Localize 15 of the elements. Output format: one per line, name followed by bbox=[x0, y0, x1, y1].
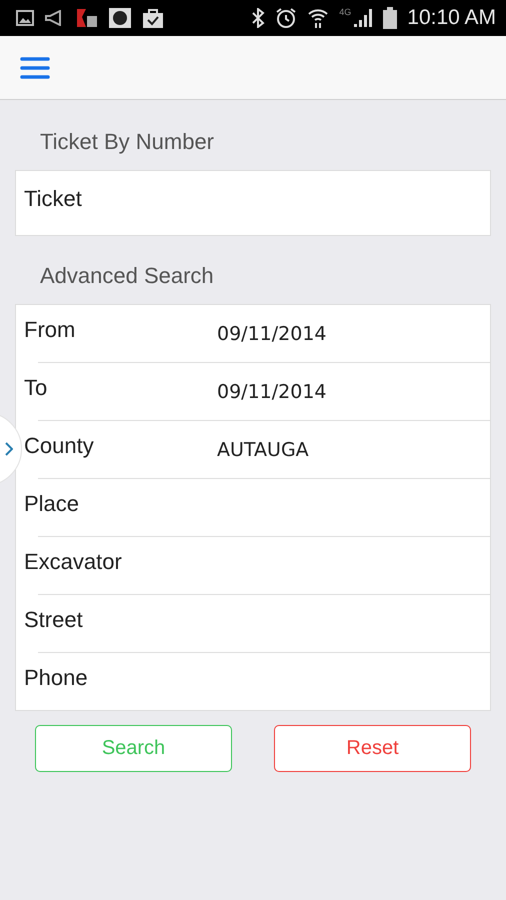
clock-time: 10:10 AM bbox=[407, 6, 496, 30]
field-value[interactable]: 09/11/2014 bbox=[217, 322, 490, 344]
field-label: Excavator bbox=[24, 548, 123, 576]
section-title: Advanced Search bbox=[39, 262, 215, 290]
reset-button[interactable]: Reset bbox=[274, 725, 471, 772]
field-value[interactable]: 09/11/2014 bbox=[217, 380, 490, 402]
field-label: To bbox=[24, 374, 48, 402]
network-type: 4G bbox=[339, 7, 352, 17]
field-label: Street bbox=[24, 606, 84, 634]
field-label: Place bbox=[24, 490, 80, 518]
section-title: Ticket By Number bbox=[39, 128, 216, 156]
field-label: County bbox=[24, 432, 95, 460]
field-label: From bbox=[24, 316, 76, 344]
field-label: Phone bbox=[24, 664, 89, 692]
field-value[interactable]: AUTAUGA bbox=[217, 438, 490, 460]
